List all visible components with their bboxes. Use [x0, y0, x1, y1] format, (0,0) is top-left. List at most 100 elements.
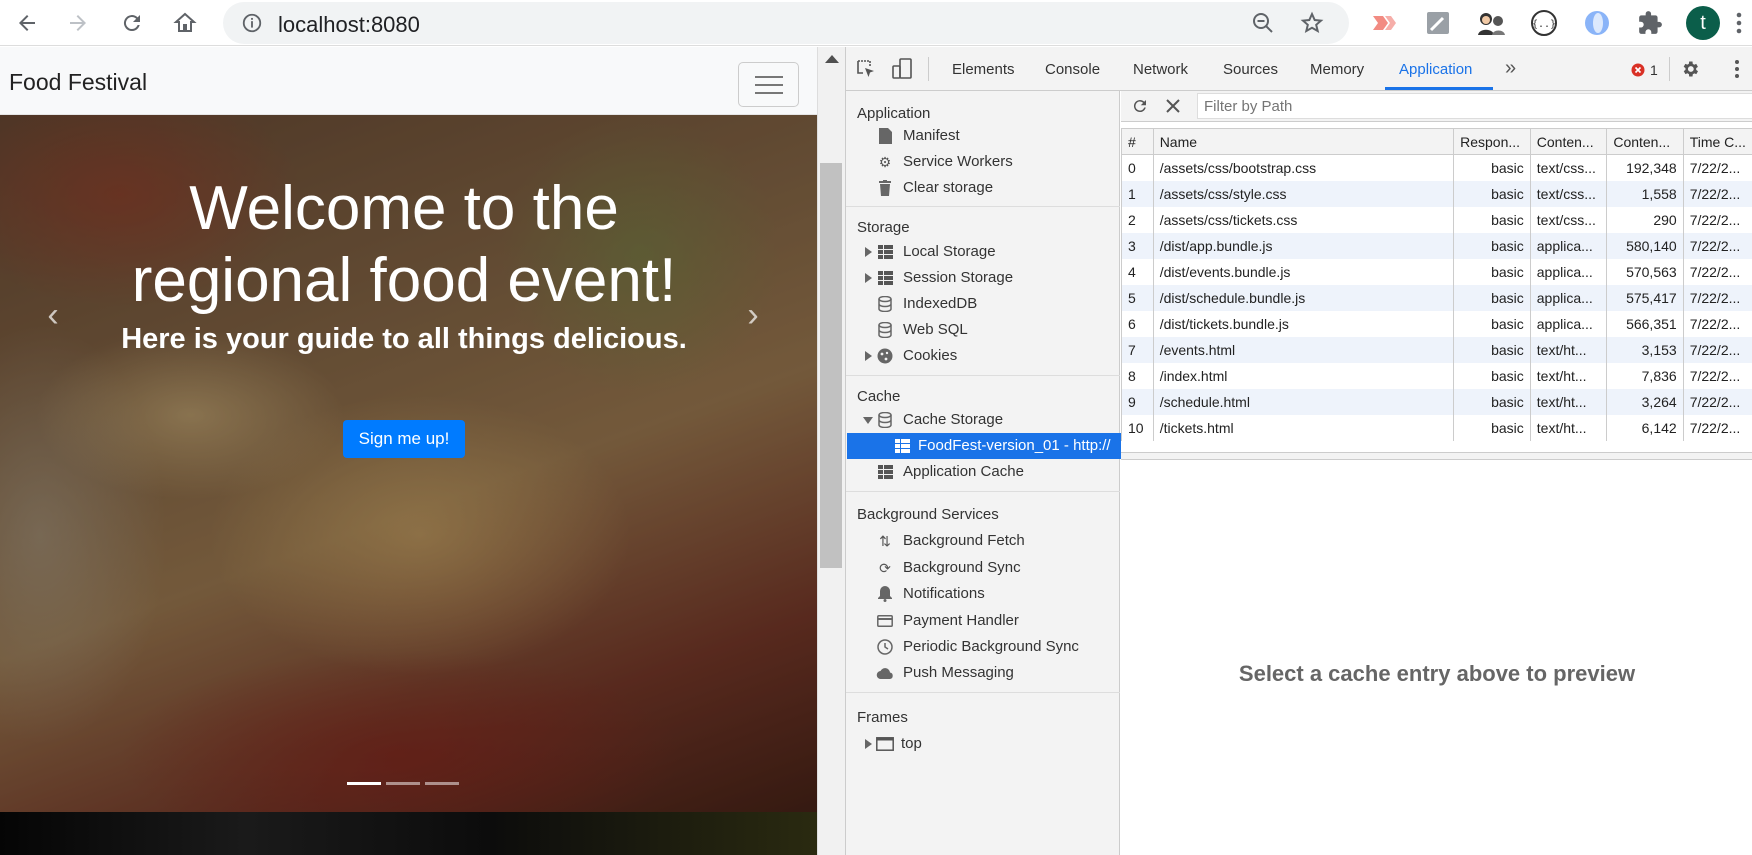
- address-bar[interactable]: localhost:8080: [223, 2, 1349, 44]
- extension-note-icon[interactable]: [1422, 7, 1454, 39]
- sidebar-item-label: Cookies: [903, 347, 958, 364]
- table-resize-divider[interactable]: [1121, 452, 1752, 460]
- sidebar-item-cache-storage[interactable]: Cache Storage: [846, 407, 1120, 433]
- device-toolbar-icon[interactable]: [891, 58, 913, 80]
- sidebar-item-manifest[interactable]: Manifest: [846, 123, 1120, 149]
- filter-by-path-input[interactable]: [1197, 93, 1752, 119]
- settings-gear-icon[interactable]: [1680, 59, 1700, 79]
- devtools-more-icon[interactable]: [1734, 59, 1740, 79]
- column-header-content-type[interactable]: Conten...: [1529, 128, 1608, 155]
- cell-index: 8: [1121, 362, 1154, 389]
- table-row[interactable]: 0/assets/css/bootstrap.css basic text/css.…: [1121, 154, 1752, 181]
- extensions-puzzle-icon[interactable]: [1634, 7, 1666, 39]
- tab-application[interactable]: Application: [1399, 61, 1472, 78]
- tab-sources[interactable]: Sources: [1223, 61, 1278, 78]
- carousel-indicator[interactable]: [386, 782, 420, 785]
- sidebar-item-label: Manifest: [903, 127, 960, 144]
- tab-elements[interactable]: Elements: [952, 61, 1015, 78]
- bookmark-star-icon[interactable]: [1300, 11, 1324, 35]
- table-row[interactable]: 5/dist/schedule.bundle.js basic applica...…: [1121, 284, 1752, 311]
- cell-time-cached: 7/22/2...: [1682, 414, 1752, 441]
- sidebar-item-cookies[interactable]: Cookies: [846, 343, 1120, 369]
- profile-avatar[interactable]: t: [1686, 6, 1720, 40]
- sidebar-item-background-fetch[interactable]: ⇅ Background Fetch: [846, 528, 1120, 554]
- more-tabs-icon[interactable]: »: [1505, 57, 1516, 80]
- column-header-index[interactable]: #: [1121, 128, 1154, 155]
- cell-index: 5: [1121, 284, 1154, 311]
- table-row[interactable]: 6/dist/tickets.bundle.js basic applica... 5…: [1121, 310, 1752, 337]
- scrollbar-thumb[interactable]: [820, 163, 842, 568]
- sidebar-item-application-cache[interactable]: Application Cache: [846, 459, 1120, 485]
- cell-content-type: text/ht...: [1529, 336, 1608, 363]
- sidebar-item-frame-top[interactable]: top: [846, 731, 1120, 757]
- sidebar-item-local-storage[interactable]: Local Storage: [846, 239, 1120, 265]
- table-row[interactable]: 9/schedule.html basic text/ht... 3,264 7/22/…: [1121, 388, 1752, 415]
- sidebar-item-periodic-background-sync[interactable]: Periodic Background Sync: [846, 634, 1120, 660]
- sidebar-item-background-sync[interactable]: ⟳ Background Sync: [846, 555, 1120, 581]
- back-button[interactable]: [12, 8, 42, 38]
- hero-title: Welcome to the regional food event!: [0, 173, 808, 317]
- sidebar-item-payment-handler[interactable]: Payment Handler: [846, 608, 1120, 634]
- forward-button[interactable]: [63, 8, 93, 38]
- delete-x-icon[interactable]: [1166, 99, 1180, 113]
- tab-memory[interactable]: Memory: [1310, 61, 1364, 78]
- sidebar-item-indexeddb[interactable]: IndexedDB: [846, 291, 1120, 317]
- expand-triangle-icon[interactable]: [865, 273, 872, 283]
- brand-link[interactable]: Food Festival: [9, 69, 147, 96]
- inspect-element-icon[interactable]: [856, 59, 876, 79]
- navbar-toggler-button[interactable]: [738, 62, 799, 107]
- column-header-content-length[interactable]: Conten...: [1606, 128, 1684, 155]
- sidebar-item-session-storage[interactable]: Session Storage: [846, 265, 1120, 291]
- sidebar-item-clear-storage[interactable]: Clear storage: [846, 175, 1120, 201]
- frame-icon: [876, 735, 894, 753]
- carousel-prev-icon[interactable]: ‹: [33, 285, 73, 345]
- cache-storage-view: #NameRespon...Conten...Conten...Time C..…: [1121, 91, 1752, 855]
- expand-triangle-icon[interactable]: [865, 247, 872, 257]
- table-row[interactable]: 7/events.html basic text/ht... 3,153 7/22/2.…: [1121, 336, 1752, 363]
- sidebar-item-push-messaging[interactable]: Push Messaging: [846, 660, 1120, 686]
- table-row[interactable]: 2/assets/css/tickets.css basic text/css...…: [1121, 206, 1752, 233]
- table-row[interactable]: 1/assets/css/style.css basic text/css... 1,…: [1121, 180, 1752, 207]
- database-icon: [876, 295, 894, 313]
- home-button[interactable]: [170, 8, 200, 38]
- carousel-indicator-active[interactable]: [347, 782, 381, 785]
- extension-avatars-icon[interactable]: [1475, 7, 1507, 39]
- tab-network[interactable]: Network: [1133, 61, 1188, 78]
- column-header-response-type[interactable]: Respon...: [1453, 128, 1531, 155]
- cell-content-type: applica...: [1529, 310, 1608, 337]
- sidebar-item-foodfest-cache[interactable]: FoodFest-version_01 - http://: [847, 433, 1121, 459]
- zoom-out-icon[interactable]: [1251, 11, 1275, 35]
- scroll-up-arrow-icon[interactable]: [825, 55, 839, 63]
- table-row[interactable]: 3/dist/app.bundle.js basic applica... 580,1…: [1121, 232, 1752, 259]
- svg-text:{..}: {..}: [1532, 19, 1556, 30]
- refresh-icon[interactable]: [1131, 97, 1149, 115]
- sidebar-item-web-sql[interactable]: Web SQL: [846, 317, 1120, 343]
- extension-blue-circle-icon[interactable]: [1581, 7, 1613, 39]
- sign-up-button[interactable]: Sign me up!: [343, 420, 465, 458]
- extension-arrow-icon[interactable]: [1369, 7, 1401, 39]
- hero-title-line: regional food event!: [131, 246, 677, 315]
- sidebar-item-label: Push Messaging: [903, 664, 1014, 681]
- cell-name: /events.html: [1152, 336, 1455, 363]
- column-header-time-cached[interactable]: Time C...: [1682, 128, 1752, 155]
- table-row[interactable]: 10/tickets.html basic text/ht... 6,142 7/22/…: [1121, 414, 1752, 441]
- browser-menu-button[interactable]: [1730, 7, 1748, 39]
- error-count[interactable]: 1: [1650, 62, 1658, 78]
- sidebar-item-notifications[interactable]: Notifications: [846, 581, 1120, 607]
- table-row[interactable]: 4/dist/events.bundle.js basic applica... 57…: [1121, 258, 1752, 285]
- sidebar-item-label: Notifications: [903, 585, 985, 602]
- expand-triangle-icon[interactable]: [865, 739, 872, 749]
- error-icon[interactable]: [1631, 63, 1645, 77]
- expand-triangle-icon[interactable]: [865, 351, 872, 361]
- table-row[interactable]: 8/index.html basic text/ht... 7,836 7/22/2..…: [1121, 362, 1752, 389]
- carousel-indicator[interactable]: [425, 782, 459, 785]
- sidebar-item-service-workers[interactable]: ⚙ Service Workers: [846, 149, 1120, 175]
- extension-json-icon[interactable]: {..}: [1528, 7, 1560, 39]
- cell-response-type: basic: [1453, 414, 1531, 441]
- column-header-name[interactable]: Name: [1152, 128, 1455, 155]
- collapse-triangle-icon[interactable]: [863, 417, 873, 424]
- page-scrollbar[interactable]: [817, 47, 845, 855]
- reload-button[interactable]: [117, 8, 147, 38]
- tab-console[interactable]: Console: [1045, 61, 1100, 78]
- carousel-next-icon[interactable]: ›: [733, 285, 773, 345]
